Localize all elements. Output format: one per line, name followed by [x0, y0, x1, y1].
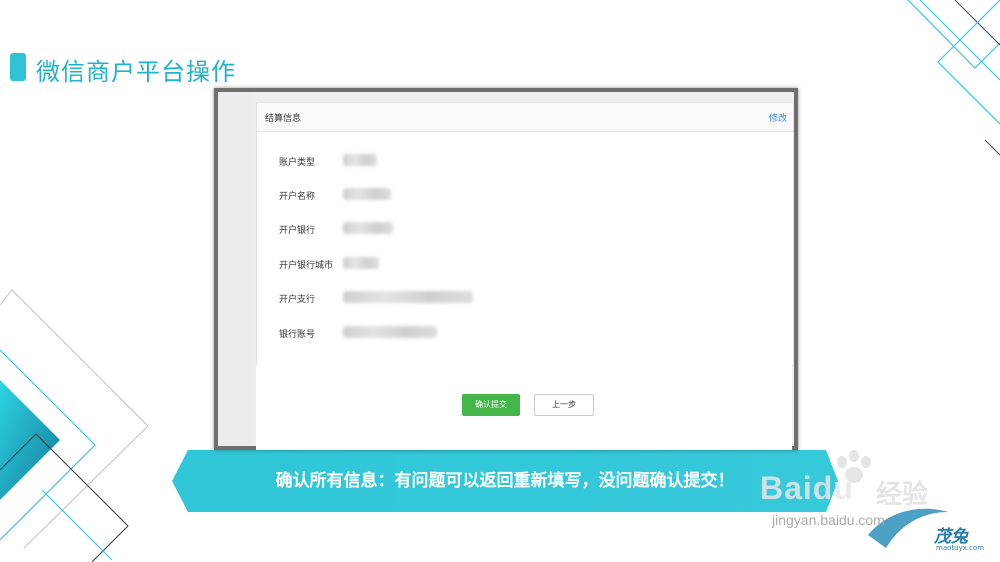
blurred-value-bank-city: [343, 257, 379, 269]
blurred-value-account-number: [343, 326, 437, 338]
row-label-branch: 开户支行: [279, 295, 316, 305]
previous-step-button[interactable]: 上一步: [534, 394, 594, 416]
jingyan-watermark: 经验: [876, 480, 929, 510]
page-title: 微信商户平台操作: [36, 58, 236, 86]
row-label-account-type: 账户类型: [279, 158, 316, 168]
panel-title: 结算信息: [265, 114, 302, 124]
brand-url: maotuyx.com: [936, 544, 985, 552]
action-area: [256, 365, 792, 450]
instruction-banner: 确认所有信息：有问题可以返回重新填写，没问题确认提交！: [275, 471, 735, 491]
screenshot-frame: 结算信息 修改 账户类型 开户名称 开户银行 开户银行城市 开户支行 银行账号 …: [214, 88, 798, 450]
settlement-info-panel: 结算信息 修改 账户类型 开户名称 开户银行 开户银行城市 开户支行 银行账号: [256, 102, 794, 366]
blurred-value-account-name: [343, 188, 391, 200]
blurred-value-branch: [343, 291, 473, 303]
edit-link[interactable]: 修改: [769, 111, 787, 124]
jingyan-url-watermark: jingyan.baidu.com: [772, 512, 885, 528]
panel-header: 结算信息 修改: [257, 103, 793, 132]
confirm-submit-button[interactable]: 确认提交: [462, 394, 520, 416]
screenshot-sidebar: [218, 92, 252, 446]
row-label-bank-city: 开户银行城市: [279, 261, 334, 271]
baidu-watermark: Baidu: [760, 470, 854, 506]
blurred-value-account-type: [343, 154, 377, 166]
title-accent-bar: [10, 53, 26, 81]
row-label-account-number: 银行账号: [279, 330, 316, 340]
row-label-bank: 开户银行: [279, 226, 316, 236]
row-label-account-name: 开户名称: [279, 192, 316, 202]
blurred-value-bank: [343, 222, 393, 234]
